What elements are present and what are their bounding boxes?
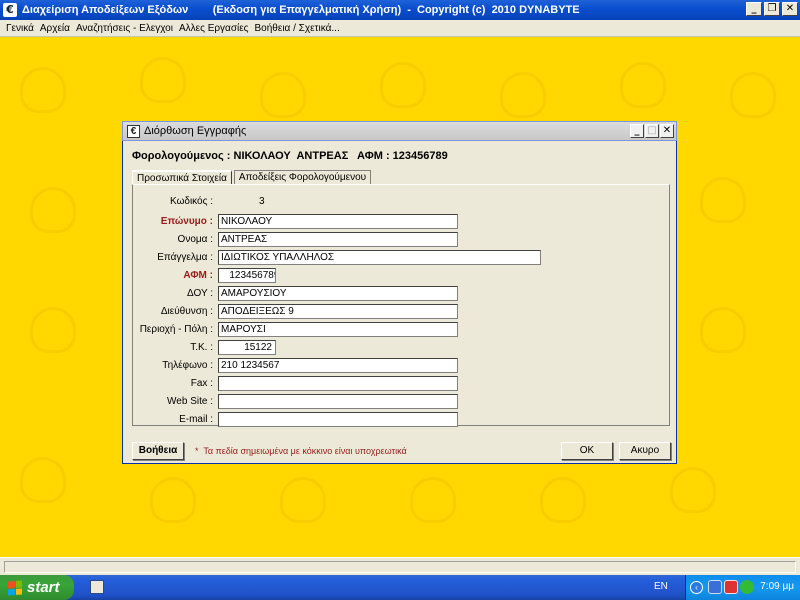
- dialog-maximize-button: □: [645, 124, 659, 138]
- status-bar: [0, 557, 800, 575]
- security-icon[interactable]: [724, 580, 738, 594]
- menu-files[interactable]: Αρχεία: [37, 23, 73, 34]
- euro-icon: €: [127, 124, 140, 138]
- quick-launch-icon[interactable]: [90, 580, 104, 594]
- background-motif: [260, 72, 306, 118]
- background-motif: [30, 307, 76, 353]
- background-motif: [20, 457, 66, 503]
- edit-record-dialog: € Διόρθωση Εγγραφής _ □ ✕ Φορολογούμενος…: [122, 121, 677, 464]
- area-field[interactable]: ΜΑΡΟΥΣΙ: [218, 322, 458, 337]
- email-label: E-mail :: [179, 414, 213, 425]
- code-label: Κωδικός :: [170, 196, 213, 207]
- ok-button[interactable]: OK: [561, 442, 613, 460]
- app-title: Διαχείριση Αποδείξεων Εξόδων (Εκδοση για…: [22, 4, 580, 16]
- afm-row: ΑΦΜ : 123456789: [133, 268, 671, 284]
- menu-general[interactable]: Γενικά: [3, 23, 37, 34]
- name-field[interactable]: ΑΝΤΡΕΑΣ: [218, 232, 458, 247]
- tab-taxpayer-receipts[interactable]: Αποδείξεις Φορολογούμενου: [233, 170, 372, 185]
- postcode-label: Τ.Κ. :: [190, 342, 213, 353]
- phone-field[interactable]: 210 1234567: [218, 358, 458, 373]
- background-motif: [20, 67, 66, 113]
- minimize-button[interactable]: _: [746, 2, 762, 16]
- clock: 7:09 μμ: [760, 581, 794, 592]
- status-cell: [4, 561, 796, 573]
- profession-row: Επάγγελμα : ΙΔΙΩΤΙΚΟΣ ΥΠΑΛΛΗΛΟΣ: [133, 250, 671, 266]
- background-motif: [500, 72, 546, 118]
- website-row: Web Site :: [133, 394, 671, 410]
- dialog-close-button[interactable]: ✕: [660, 124, 674, 138]
- surname-row: Επώνυμο : ΝΙΚΟΛΑΟΥ: [133, 214, 671, 230]
- phone-label: Τηλέφωνο :: [162, 360, 213, 371]
- postcode-row: Τ.Κ. : 15122: [133, 340, 671, 356]
- background-motif: [380, 62, 426, 108]
- area-row: Περιοχή - Πόλη : ΜΑΡΟΥΣΙ: [133, 322, 671, 338]
- dialog-title-bar[interactable]: € Διόρθωση Εγγραφής _ □ ✕: [122, 121, 677, 141]
- address-row: Διεύθυνση : ΑΠΟΔΕΙΞΕΩΣ 9: [133, 304, 671, 320]
- website-label: Web Site :: [167, 396, 213, 407]
- system-tray: EN ‹ 7:09 μμ: [654, 575, 800, 600]
- menu-other-tasks[interactable]: Αλλες Εργασίες: [176, 23, 252, 34]
- email-row: E-mail :: [133, 412, 671, 428]
- menu-help[interactable]: Βοήθεια / Σχετικά...: [252, 23, 343, 34]
- doy-row: ΔΟΥ : ΑΜΑΡΟΥΣΙΟΥ: [133, 286, 671, 302]
- area-label: Περιοχή - Πόλη :: [139, 324, 213, 335]
- app-title-bar: € Διαχείριση Αποδείξεων Εξόδων (Εκδοση γ…: [0, 0, 800, 20]
- close-button[interactable]: ✕: [782, 2, 798, 16]
- background-motif: [140, 57, 186, 103]
- background-motif: [30, 187, 76, 233]
- taskbar: start EN ‹ 7:09 μμ: [0, 575, 800, 600]
- background-motif: [150, 477, 196, 523]
- fax-row: Fax :: [133, 376, 671, 392]
- website-field[interactable]: [218, 394, 458, 409]
- phone-row: Τηλέφωνο : 210 1234567: [133, 358, 671, 374]
- euro-icon[interactable]: €: [3, 3, 17, 17]
- doy-field[interactable]: ΑΜΑΡΟΥΣΙΟΥ: [218, 286, 458, 301]
- language-indicator[interactable]: EN: [654, 581, 668, 592]
- start-button[interactable]: start: [0, 575, 74, 600]
- profession-field[interactable]: ΙΔΙΩΤΙΚΟΣ ΥΠΑΛΛΗΛΟΣ: [218, 250, 541, 265]
- personal-details-panel: Κωδικός : 3 Επώνυμο : ΝΙΚΟΛΑΟΥ Ονομα : Α…: [132, 184, 671, 428]
- help-button[interactable]: Βοήθεια: [132, 442, 184, 460]
- code-value: 3: [259, 196, 265, 207]
- address-field[interactable]: ΑΠΟΔΕΙΞΕΩΣ 9: [218, 304, 458, 319]
- menu-bar: Γενικά Αρχεία Αναζητήσεις - Ελεγχοι Αλλε…: [0, 20, 800, 37]
- tray-expand-icon[interactable]: ‹: [690, 581, 703, 594]
- start-label: start: [27, 579, 60, 596]
- surname-label: Επώνυμο :: [160, 216, 213, 227]
- afm-field[interactable]: 123456789: [218, 268, 276, 283]
- postcode-field[interactable]: 15122: [218, 340, 276, 355]
- background-motif: [670, 467, 716, 513]
- background-motif: [730, 72, 776, 118]
- required-fields-note: * Τα πεδία σημειωμένα με κόκκινο είναι υ…: [195, 446, 407, 456]
- windows-logo-icon: [8, 580, 22, 595]
- dialog-title: Διόρθωση Εγγραφής: [144, 125, 247, 137]
- messenger-icon[interactable]: [740, 580, 754, 594]
- background-motif: [700, 177, 746, 223]
- email-field[interactable]: [218, 412, 458, 427]
- doy-label: ΔΟΥ :: [187, 288, 213, 299]
- background-motif: [700, 307, 746, 353]
- background-motif: [540, 477, 586, 523]
- address-label: Διεύθυνση :: [160, 306, 213, 317]
- profession-label: Επάγγελμα :: [157, 252, 213, 263]
- background-motif: [620, 62, 666, 108]
- name-row: Ονομα : ΑΝΤΡΕΑΣ: [133, 232, 671, 248]
- afm-label: ΑΦΜ :: [183, 270, 213, 281]
- cancel-button[interactable]: Ακυρο: [619, 442, 671, 460]
- tab-personal-details[interactable]: Προσωπικά Στοιχεία: [132, 170, 232, 185]
- taxpayer-heading: Φορολογούμενος : ΝΙΚΟΛΑΟΥ ΑΝΤΡΕΑΣ ΑΦΜ : …: [132, 150, 448, 162]
- code-row: Κωδικός : 3: [133, 194, 671, 210]
- dialog-tabs: Προσωπικά Στοιχεία Αποδείξεις Φορολογούμ…: [132, 170, 373, 185]
- restore-button[interactable]: ❐: [764, 2, 780, 16]
- background-motif: [280, 477, 326, 523]
- background-motif: [410, 477, 456, 523]
- name-label: Ονομα :: [177, 234, 213, 245]
- dialog-minimize-button[interactable]: _: [630, 124, 644, 138]
- fax-label: Fax :: [190, 378, 213, 389]
- fax-field[interactable]: [218, 376, 458, 391]
- network-icon[interactable]: [708, 580, 722, 594]
- menu-searches[interactable]: Αναζητήσεις - Ελεγχοι: [73, 23, 176, 34]
- surname-field[interactable]: ΝΙΚΟΛΑΟΥ: [218, 214, 458, 229]
